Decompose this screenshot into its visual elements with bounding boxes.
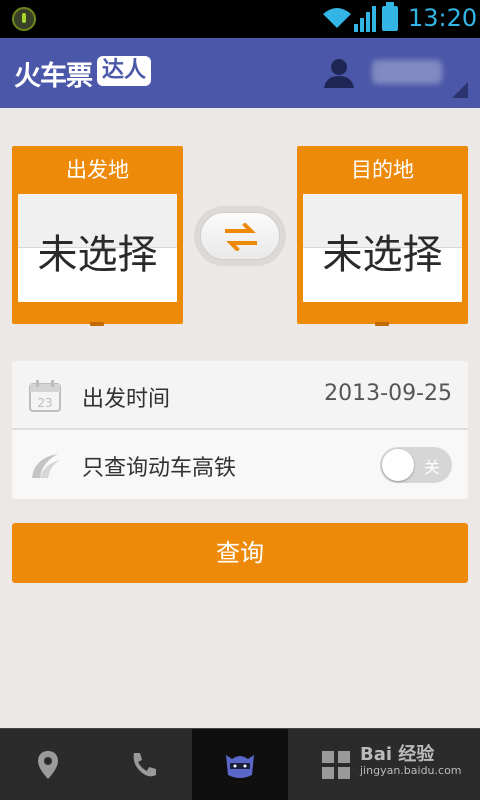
highspeed-only-label: 只查询动车高铁 <box>82 456 237 481</box>
from-station-indicator <box>90 322 104 326</box>
signal-icon <box>354 6 376 32</box>
highspeed-only-row: 只查询动车高铁 关 <box>12 430 468 499</box>
status-bar: 13:20 <box>0 0 480 38</box>
departure-date-label: 出发时间 <box>82 387 171 412</box>
calendar-icon-day: 23 <box>37 396 52 410</box>
search-options-card: 23 出发时间 2013-09-25 只查询动车高铁 关 <box>12 361 468 499</box>
swap-arrows-icon <box>225 223 257 251</box>
swap-stations-button[interactable] <box>200 212 280 260</box>
ninja-mascot-icon <box>226 755 254 778</box>
app-bar: 火车票 达人 <box>0 38 480 108</box>
location-pin-icon <box>38 751 58 779</box>
highspeed-train-icon <box>32 454 60 478</box>
overflow-menu-indicator[interactable] <box>452 82 468 98</box>
calendar-icon: 23 <box>29 380 61 412</box>
power-icon <box>12 7 36 31</box>
nav-item-phone[interactable] <box>96 729 192 800</box>
to-station-indicator <box>375 322 389 326</box>
battery-icon <box>382 2 398 31</box>
to-station-title: 目的地 <box>351 158 414 182</box>
wifi-icon <box>323 8 351 28</box>
to-station-card[interactable]: 目的地 未选择 <box>297 146 468 326</box>
watermark-brand: Bai 经验 <box>360 744 435 765</box>
app-logo-text: 火车票 <box>14 61 93 92</box>
swap-button-container <box>194 206 286 266</box>
departure-date-row[interactable]: 23 出发时间 2013-09-25 <box>12 361 468 430</box>
from-station-title: 出发地 <box>66 158 129 182</box>
from-station-selector[interactable]: 未选择 <box>18 194 177 302</box>
to-station-value: 未选择 <box>322 232 443 278</box>
app-logo-badge: 达人 <box>97 56 152 86</box>
toggle-knob <box>382 449 414 481</box>
toggle-state-text: 关 <box>423 458 440 477</box>
departure-date-value: 2013-09-25 <box>324 381 452 406</box>
baidu-jingyan-watermark: Bai 经验 jingyan.baidu.com <box>360 740 462 777</box>
from-station-value: 未选择 <box>37 232 158 278</box>
nav-item-location[interactable] <box>0 729 96 800</box>
grid-apps-icon <box>322 751 350 779</box>
clock-time: 13:20 <box>408 4 478 32</box>
phone-icon <box>133 753 156 777</box>
nav-item-home[interactable] <box>192 729 288 800</box>
from-station-card[interactable]: 出发地 未选择 <box>12 146 183 326</box>
user-avatar-icon[interactable] <box>322 58 356 88</box>
user-name-blurred[interactable] <box>372 60 442 84</box>
highspeed-only-toggle[interactable]: 关 <box>380 447 452 483</box>
watermark-url: jingyan.baidu.com <box>360 764 462 777</box>
to-station-selector[interactable]: 未选择 <box>303 194 462 302</box>
query-button[interactable]: 查询 <box>12 523 468 583</box>
